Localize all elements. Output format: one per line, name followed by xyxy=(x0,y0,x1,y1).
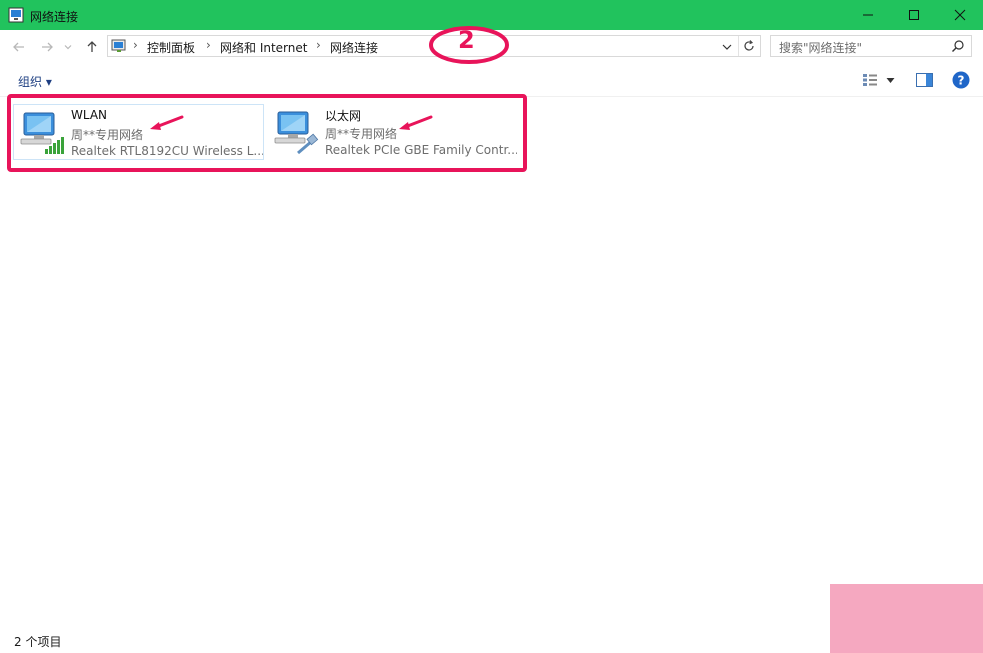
network-connections-app-icon xyxy=(8,7,24,23)
search-placeholder: 搜索"网络连接" xyxy=(779,41,863,55)
breadcrumb-network-internet[interactable]: 网络和 Internet xyxy=(220,39,307,56)
search-icon[interactable] xyxy=(951,39,965,53)
breadcrumb-separator: › xyxy=(206,38,211,52)
corner-overlay xyxy=(830,584,983,653)
back-button[interactable] xyxy=(10,38,28,56)
recent-locations-button[interactable] xyxy=(62,38,74,56)
address-dropdown-icon[interactable] xyxy=(722,43,732,51)
breadcrumb-separator: › xyxy=(133,38,138,52)
window-title: 网络连接 xyxy=(30,10,79,24)
close-button[interactable] xyxy=(937,0,983,30)
network-connections-window: 网络连接 › 控制面板 › 网络和 Internet › 网络连接 搜索"网络连… xyxy=(0,0,983,653)
help-icon[interactable]: ? xyxy=(952,71,970,89)
breadcrumb-network-connections[interactable]: 网络连接 xyxy=(330,39,378,56)
view-dropdown-icon[interactable] xyxy=(886,77,895,84)
preview-pane-icon[interactable] xyxy=(916,73,933,87)
organize-menu-button[interactable]: 组织 ▾ xyxy=(18,73,52,90)
chevron-down-icon xyxy=(64,45,72,50)
search-input[interactable]: 搜索"网络连接" xyxy=(770,35,972,57)
highlight-box-annotation xyxy=(7,94,527,172)
back-arrow-icon xyxy=(13,42,24,52)
maximize-icon xyxy=(909,10,919,20)
close-icon xyxy=(954,9,966,21)
refresh-icon[interactable] xyxy=(742,39,756,53)
up-button[interactable] xyxy=(83,38,101,56)
control-panel-icon xyxy=(111,39,126,52)
svg-text:?: ? xyxy=(958,74,965,88)
breadcrumb-control-panel[interactable]: 控制面板 xyxy=(147,39,195,56)
status-item-count: 2 个项目 xyxy=(14,635,62,649)
annotation-arrow-icon xyxy=(150,115,184,130)
forward-button[interactable] xyxy=(38,38,56,56)
command-toolbar: 组织 ▾ ? xyxy=(0,66,983,97)
connections-list-area xyxy=(0,97,983,627)
breadcrumb-separator: › xyxy=(316,38,321,52)
maximize-button[interactable] xyxy=(891,0,937,30)
up-arrow-icon xyxy=(87,41,97,52)
step-number-label: 2 xyxy=(458,26,475,54)
view-options-icon[interactable] xyxy=(862,73,878,87)
address-divider xyxy=(738,36,739,56)
annotation-arrow-icon xyxy=(399,115,433,130)
minimize-button[interactable] xyxy=(845,0,891,30)
forward-arrow-icon xyxy=(42,42,53,52)
minimize-icon xyxy=(863,14,873,16)
